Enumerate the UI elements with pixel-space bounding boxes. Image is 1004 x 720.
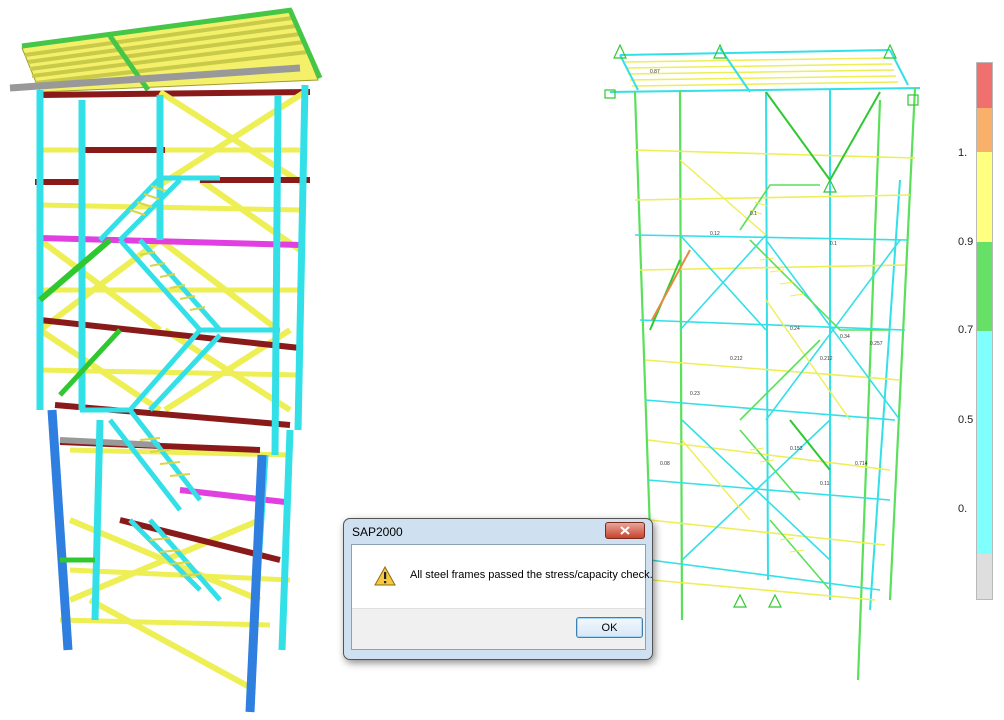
ratio-label: 0.1 bbox=[750, 211, 757, 217]
ratio-label: 0.11 bbox=[820, 481, 830, 487]
scale-label-0.5: 0.5 bbox=[958, 414, 974, 426]
scale-band bbox=[977, 554, 992, 599]
ratio-label: 0.24 bbox=[790, 326, 800, 332]
warning-icon bbox=[374, 566, 396, 586]
close-button[interactable] bbox=[605, 522, 645, 539]
ratio-label: 0.153 bbox=[790, 446, 803, 452]
dialog-body: All steel frames passed the stress/capac… bbox=[351, 544, 653, 650]
tower-3d-model bbox=[9, 7, 323, 713]
close-icon bbox=[620, 526, 630, 535]
scale-band bbox=[977, 152, 992, 242]
dialog-message: All steel frames passed the stress/capac… bbox=[410, 569, 653, 581]
ratio-label: 0.714 bbox=[855, 461, 868, 467]
scale-label-0: 0. bbox=[958, 503, 968, 515]
scale-label-0.7: 0.7 bbox=[958, 324, 974, 336]
ratio-label: 0.34 bbox=[840, 334, 850, 340]
message-dialog: SAP2000 All steel frames passed the stre… bbox=[343, 518, 653, 660]
ratio-label: 0.08 bbox=[660, 461, 670, 467]
ratio-label: 0.12 bbox=[710, 231, 720, 237]
dialog-footer: OK bbox=[352, 608, 645, 649]
scale-label-0.9: 0.9 bbox=[958, 236, 974, 248]
scale-label-1: 1. bbox=[958, 147, 968, 159]
ratio-label: 0.212 bbox=[730, 356, 743, 362]
ratio-label: 0.87 bbox=[650, 69, 660, 75]
scale-band bbox=[977, 241, 992, 331]
stress-ratio-color-scale bbox=[976, 62, 993, 600]
ratio-label: 0.212 bbox=[820, 356, 833, 362]
dialog-title: SAP2000 bbox=[352, 525, 403, 539]
scale-band bbox=[977, 331, 992, 555]
scale-band bbox=[977, 63, 992, 108]
ratio-label: 0.257 bbox=[870, 341, 883, 347]
ok-button[interactable]: OK bbox=[576, 617, 643, 638]
ratio-label: 0.1 bbox=[830, 241, 837, 247]
ratio-label: 0.23 bbox=[690, 391, 700, 397]
scale-band bbox=[977, 107, 992, 153]
